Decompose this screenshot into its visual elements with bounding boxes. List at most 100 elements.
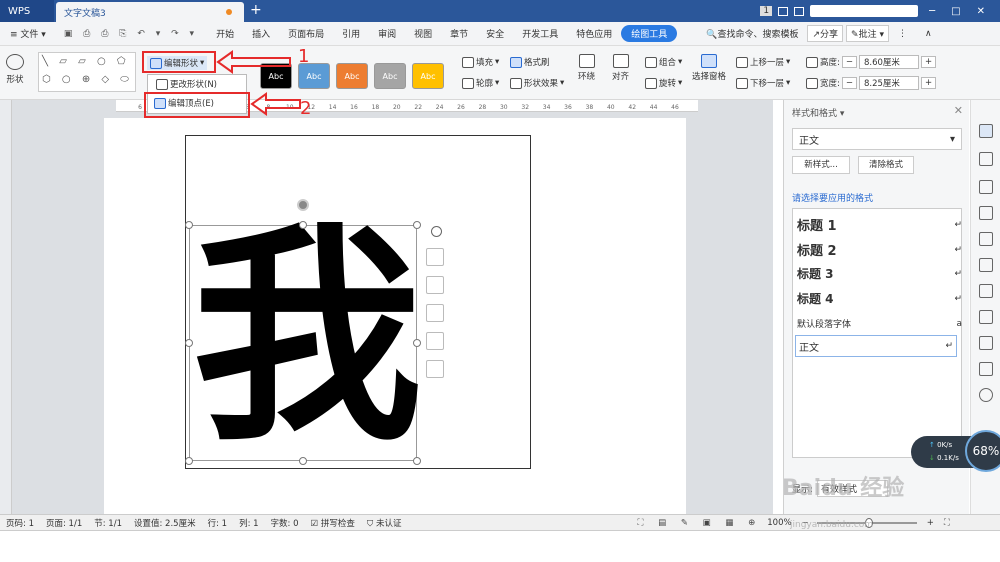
wrap-button[interactable]: 环绕 <box>578 54 595 82</box>
resize-handle[interactable] <box>299 457 307 465</box>
backup-icon[interactable] <box>979 336 993 350</box>
resize-handle[interactable] <box>185 221 193 229</box>
style-swatch-gray[interactable]: Abc <box>374 63 406 89</box>
document-tab[interactable]: 文字文稿3 <box>56 2 244 22</box>
rotate-button[interactable]: 旋转 ▾ <box>645 77 682 89</box>
menu-review[interactable]: 审阅 <box>369 27 405 40</box>
skin-icon[interactable] <box>778 6 789 16</box>
menu-page-layout[interactable]: 页面布局 <box>279 27 333 40</box>
resize-handle[interactable] <box>413 457 421 465</box>
outline-button[interactable]: 轮廓 ▾ <box>462 77 499 89</box>
style-swatch-orange[interactable]: Abc <box>336 63 368 89</box>
shape-gallery-button[interactable]: 形状 <box>6 54 24 85</box>
share-icon[interactable] <box>979 310 993 324</box>
sliders-icon[interactable] <box>979 206 993 220</box>
menu-start[interactable]: 开始 <box>207 27 243 40</box>
menu-references[interactable]: 引用 <box>333 27 369 40</box>
minimize-icon[interactable]: ─ <box>924 6 940 17</box>
resize-handle[interactable] <box>413 339 421 347</box>
style-heading-4[interactable]: 标题 4 ↵ <box>797 290 962 307</box>
style-heading-1[interactable]: 标题 1 ↵ <box>797 215 962 234</box>
format-brush-button[interactable]: 格式刷 <box>510 56 550 68</box>
frame-icon[interactable] <box>426 332 444 350</box>
menu-security[interactable]: 安全 <box>477 27 513 40</box>
style-body[interactable]: 正文 ↵ <box>795 335 957 357</box>
shape-effect-button[interactable]: 形状效果 ▾ <box>510 77 564 89</box>
height-increment-button[interactable]: + <box>921 56 937 68</box>
styles-panel-close-icon[interactable]: ✕ <box>954 104 963 117</box>
fill-bucket-icon[interactable] <box>426 304 444 322</box>
align-button[interactable]: 对齐 <box>612 54 629 82</box>
auth-status[interactable]: ⛉ 未认证 <box>361 517 408 529</box>
maximize-icon[interactable]: □ <box>946 6 965 17</box>
style-heading-3[interactable]: 标题 3 ↵ <box>797 265 962 282</box>
share-button[interactable]: ↗分享 <box>807 25 844 42</box>
select-cursor-icon[interactable] <box>979 152 993 166</box>
send-backward-button[interactable]: 下移一层 ▾ <box>736 77 790 89</box>
more-shapes-icon[interactable] <box>426 360 444 378</box>
annotate-button[interactable]: ✎批注 ▾ <box>846 25 889 42</box>
status-setting[interactable]: 设置值: 2.5厘米 <box>128 517 202 529</box>
memory-percent[interactable]: 68% <box>965 430 1000 472</box>
select-pane-button[interactable]: 选择窗格 <box>692 54 726 82</box>
search-command[interactable]: 🔍查找命令、搜索模板 <box>697 27 807 40</box>
change-shape-menu-item[interactable]: 更改形状(N) <box>156 78 217 90</box>
current-style-select[interactable]: 正文 ▾ <box>792 128 962 150</box>
close-icon[interactable]: ✕ <box>972 6 990 17</box>
height-input[interactable]: 8.60厘米 <box>859 55 919 69</box>
resize-handle[interactable] <box>185 339 193 347</box>
menu-drawing-tools[interactable]: 绘图工具 <box>621 25 678 42</box>
shape-character[interactable]: 我 <box>192 214 422 464</box>
image-icon[interactable] <box>979 284 993 298</box>
menu-features[interactable]: 特色应用 <box>567 27 621 40</box>
table-icon[interactable] <box>979 232 993 246</box>
help-icon[interactable] <box>979 388 993 402</box>
search-bar[interactable] <box>810 5 919 17</box>
view-mode-icons[interactable]: ⛶ ▤ ✎ ▣ ▦ ⊕ <box>637 518 761 528</box>
style-swatch-yellow[interactable]: Abc <box>412 63 444 89</box>
more-icon[interactable]: ⋮ <box>889 29 916 39</box>
file-menu[interactable]: ≡ 文件 ▾ <box>0 27 55 40</box>
spell-check-button[interactable]: ☑ 拼写检查 <box>305 517 361 529</box>
width-input[interactable]: 8.25厘米 <box>859 76 919 90</box>
group-button[interactable]: 组合 ▾ <box>645 56 682 68</box>
clear-format-button[interactable]: 清除格式 <box>858 156 914 174</box>
bring-forward-button[interactable]: 上移一层 ▾ <box>736 56 790 68</box>
shape-effect-label: 形状效果 <box>524 79 559 89</box>
adjust-icon[interactable] <box>979 258 993 272</box>
resize-handle[interactable] <box>185 457 193 465</box>
width-decrement-button[interactable]: − <box>841 77 857 89</box>
shield-icon[interactable] <box>979 362 993 376</box>
style-heading-2[interactable]: 标题 2 ↵ <box>797 240 962 259</box>
window-controls: 1 ─ □ ✕ <box>760 0 1000 22</box>
account-icon[interactable] <box>794 6 805 16</box>
pen-icon[interactable] <box>426 276 444 294</box>
document-page[interactable]: 我 <box>104 118 686 514</box>
shapes-icon[interactable] <box>979 180 993 194</box>
collapse-toolbar-icon[interactable] <box>431 226 442 237</box>
status-pages[interactable]: 页面: 1/1 <box>40 517 88 529</box>
height-decrement-button[interactable]: − <box>841 56 857 68</box>
status-words[interactable]: 字数: 0 <box>265 517 305 529</box>
menu-view[interactable]: 视图 <box>405 27 441 40</box>
menu-insert[interactable]: 插入 <box>243 27 279 40</box>
new-tab-button[interactable]: + <box>250 2 262 18</box>
wps-home-tab[interactable]: WPS <box>0 0 54 22</box>
layout-options-icon[interactable] <box>426 248 444 266</box>
menu-chapter[interactable]: 章节 <box>441 27 477 40</box>
status-section[interactable]: 节: 1/1 <box>88 517 128 529</box>
styles-pen-icon[interactable] <box>979 124 993 138</box>
resize-handle[interactable] <box>299 221 307 229</box>
collapse-ribbon-icon[interactable]: ∧ <box>916 29 941 39</box>
quick-access-icons[interactable]: ▣ ⎙ ⎙ ⎘ ↶ ▾ ↷ ▾ <box>55 29 207 39</box>
resize-handle[interactable] <box>413 221 421 229</box>
new-style-button[interactable]: 新样式... <box>792 156 850 174</box>
fill-button[interactable]: 填充 ▾ <box>462 56 499 68</box>
width-increment-button[interactable]: + <box>921 77 937 89</box>
status-page-number[interactable]: 页码: 1 <box>0 517 40 529</box>
menu-developer[interactable]: 开发工具 <box>513 27 567 40</box>
shape-grid[interactable]: ╲ ▱ ▱ ○ ⬠ ⬡ ○ ⊕ ◇ ⬭ <box>38 52 136 92</box>
fit-window-icon[interactable]: ⛶ <box>940 518 954 528</box>
style-default-font[interactable]: 默认段落字体 a <box>797 317 962 331</box>
zoom-in-button[interactable]: + <box>921 518 940 528</box>
